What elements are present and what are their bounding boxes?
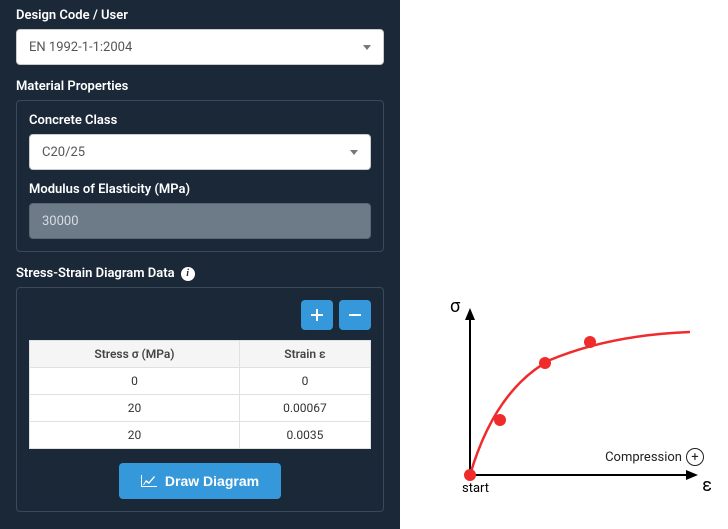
table-row[interactable]: 0 0 — [30, 368, 371, 395]
table-row[interactable]: 20 0.00067 — [30, 395, 371, 422]
stress-strain-title: Stress-Strain Diagram Data — [16, 266, 175, 281]
chevron-down-icon — [350, 150, 358, 155]
compression-label: Compression + — [605, 448, 704, 466]
material-properties-group: Concrete Class C20/25 Modulus of Elastic… — [16, 100, 384, 252]
concrete-class-label: Concrete Class — [29, 113, 371, 128]
epsilon-label: ε — [702, 475, 712, 496]
plus-icon — [311, 309, 323, 321]
col-stress: Stress σ (MPa) — [30, 341, 240, 368]
concrete-class-select[interactable]: C20/25 — [29, 134, 371, 170]
plus-circle-icon: + — [686, 448, 704, 466]
material-properties-title: Material Properties — [16, 79, 384, 94]
modulus-value: 30000 — [42, 214, 79, 229]
minus-icon — [349, 309, 361, 321]
stress-strain-table: Stress σ (MPa) Strain ε 0 0 20 0.00067 2… — [29, 340, 371, 449]
chart-icon — [141, 475, 157, 487]
info-icon[interactable]: i — [181, 267, 195, 281]
stress-strain-chart: σ ε start Compression + — [440, 300, 710, 510]
sigma-label: σ — [450, 296, 460, 317]
concrete-class-value: C20/25 — [42, 145, 85, 160]
design-code-label: Design Code / User — [16, 8, 384, 23]
table-row[interactable]: 20 0.0035 — [30, 422, 371, 449]
draw-diagram-button[interactable]: Draw Diagram — [119, 463, 281, 499]
add-row-button[interactable] — [301, 300, 333, 330]
design-code-value: EN 1992-1-1:2004 — [29, 40, 132, 55]
remove-row-button[interactable] — [339, 300, 371, 330]
design-code-select[interactable]: EN 1992-1-1:2004 — [16, 29, 384, 65]
modulus-label: Modulus of Elasticity (MPa) — [29, 182, 371, 197]
stress-strain-group: Stress σ (MPa) Strain ε 0 0 20 0.00067 2… — [16, 287, 384, 512]
settings-panel: Design Code / User EN 1992-1-1:2004 Mate… — [0, 0, 400, 529]
chevron-down-icon — [363, 45, 371, 50]
draw-diagram-label: Draw Diagram — [165, 473, 259, 489]
modulus-field: 30000 — [29, 203, 371, 239]
col-strain: Strain ε — [239, 341, 370, 368]
start-label: start — [462, 481, 489, 496]
diagram-panel: σ ε start Compression + — [400, 0, 728, 529]
